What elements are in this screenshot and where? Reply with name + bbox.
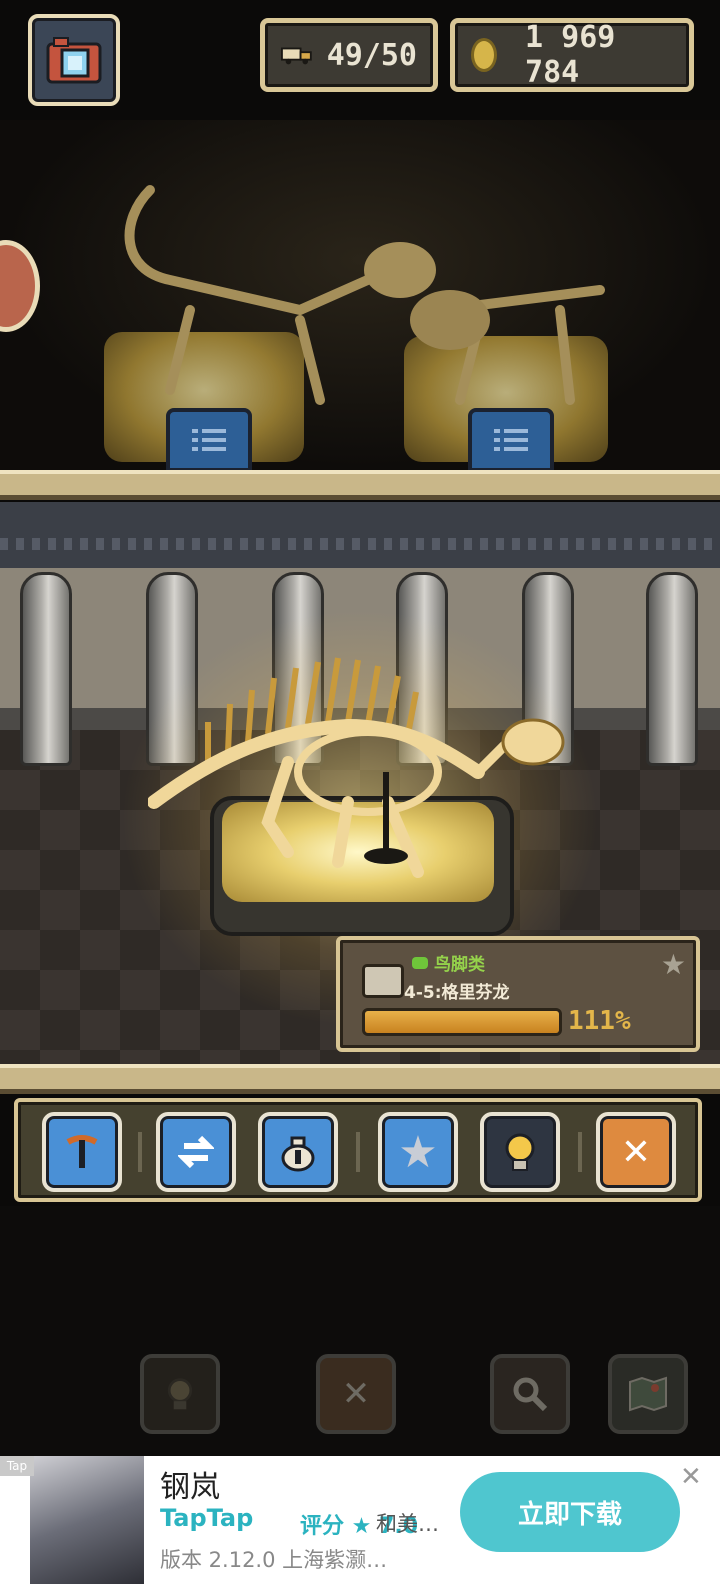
sell-button[interactable]: [258, 1112, 338, 1192]
upper-exhibit-row: [0, 120, 720, 470]
map-button-dimmed[interactable]: [608, 1354, 688, 1434]
category-badge-icon: [412, 956, 428, 969]
coin-icon: [471, 38, 498, 72]
light-button[interactable]: [480, 1112, 560, 1192]
ad-game-artwork: [30, 1456, 144, 1584]
exhibit-info-button[interactable]: [468, 408, 554, 470]
list-icon: [192, 429, 226, 451]
close-icon: ✕: [620, 1131, 652, 1173]
capacity-value: 49/50: [326, 37, 417, 73]
dinosaur-skeleton-icon: [124, 185, 605, 405]
camera-button[interactable]: [28, 14, 120, 106]
dinosaur-skeleton-icon[interactable]: [148, 652, 568, 892]
light-button-dimmed[interactable]: [140, 1354, 220, 1434]
truck-icon: [281, 47, 312, 65]
fossil-name: 4-5:格里芬龙: [404, 983, 510, 1003]
favorite-star-icon[interactable]: ★: [661, 948, 686, 981]
fossil-category-label: 鸟脚类: [434, 955, 485, 975]
map-icon: [629, 1376, 667, 1412]
frame-trim: [0, 1064, 720, 1094]
completion-bar-fill: [365, 1011, 559, 1033]
ad-close-icon[interactable]: ✕: [680, 1462, 702, 1492]
excavate-button[interactable]: [42, 1112, 122, 1192]
toolbar-divider: [356, 1132, 360, 1172]
close-toolbar-button[interactable]: ✕: [596, 1112, 676, 1192]
fossil-info-card[interactable]: 鸟脚类 ★ 4-5:格里芬龙 111%: [336, 936, 700, 1052]
search-button-dimmed[interactable]: [490, 1354, 570, 1434]
close-button-dimmed[interactable]: ✕: [316, 1354, 396, 1434]
lightbulb-icon: [167, 1378, 193, 1410]
money-bag-icon: [281, 1136, 315, 1172]
close-icon: ✕: [341, 1374, 371, 1414]
coin-value: 1 969 784: [525, 20, 616, 90]
ad-developer: 和美…: [376, 1512, 439, 1536]
ad-platform: TapTap: [160, 1504, 254, 1532]
ad-title: 钢岚: [160, 1470, 220, 1505]
capacity-counter: 49/50: [260, 18, 438, 92]
star-icon: ★: [398, 1126, 438, 1178]
exhibit-action-toolbar: ★ ✕: [14, 1098, 702, 1202]
coin-counter: 1 969 784: [450, 18, 694, 92]
frame-trim: [0, 470, 720, 500]
exhibit-info-button[interactable]: [166, 408, 252, 470]
pickaxe-icon: [66, 1135, 98, 1168]
camera-icon: [46, 37, 102, 84]
favorite-button[interactable]: ★: [378, 1112, 458, 1192]
completion-percent: 111%: [568, 1006, 631, 1036]
lightbulb-icon: [505, 1133, 535, 1171]
toolbar-divider: [138, 1132, 142, 1172]
pillar: [646, 572, 698, 766]
hall-ceiling: [0, 502, 720, 574]
ad-tag: Tap: [0, 1456, 34, 1476]
main-exhibit-hall: 鸟脚类 ★ 4-5:格里芬龙 111%: [0, 568, 720, 1064]
toolbar-divider: [578, 1132, 582, 1172]
ad-banner[interactable]: Tap 钢岚 TapTap 评分 ★ 7.0 和美… 版本 2.12.0 上海紫…: [0, 1456, 720, 1584]
swap-button[interactable]: [156, 1112, 236, 1192]
pillar: [20, 572, 72, 766]
list-icon: [494, 429, 528, 451]
swap-arrows-icon: [178, 1135, 214, 1169]
ad-version: 版本 2.12.0 上海紫灏…: [160, 1548, 388, 1572]
fossil-crate-icon: [362, 964, 404, 998]
completion-bar: [362, 1008, 562, 1036]
magnifier-icon: [513, 1377, 548, 1412]
ad-download-button[interactable]: 立即下载: [460, 1472, 680, 1552]
fossil-category: 鸟脚类: [412, 950, 485, 975]
